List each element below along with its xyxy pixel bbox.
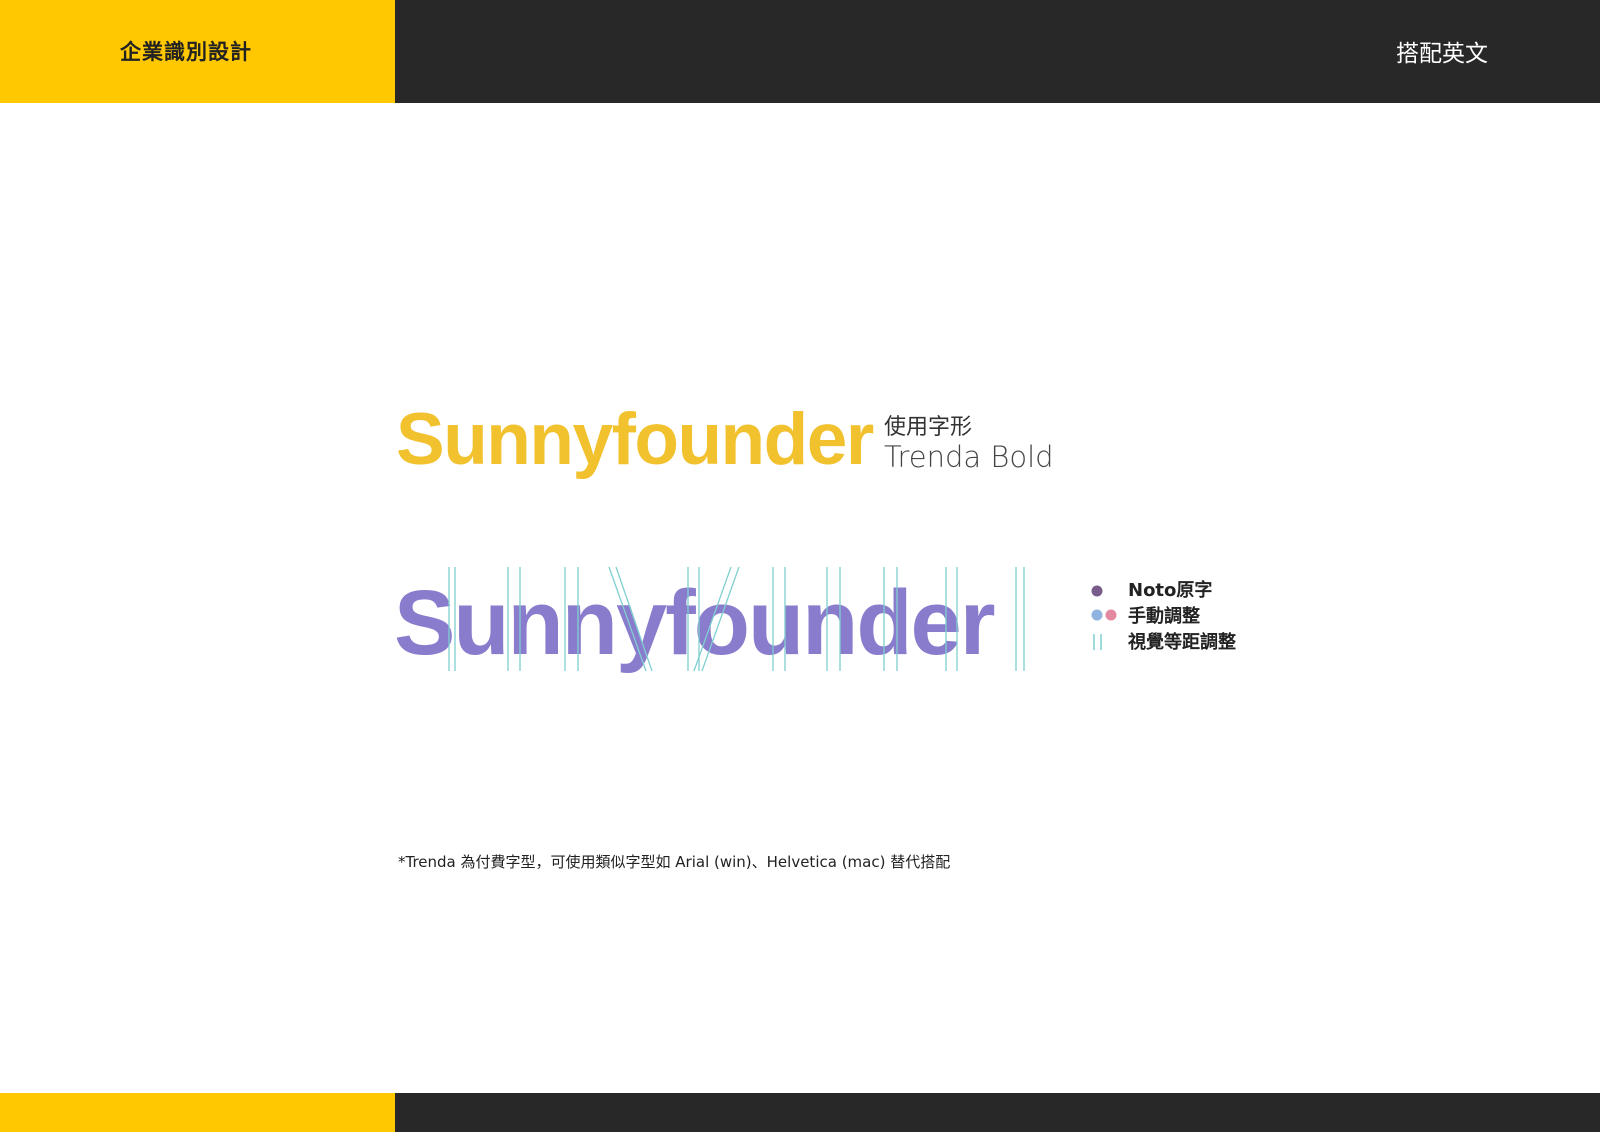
double-line-icon [1093,634,1102,650]
spacing-guides-icon [448,566,1025,672]
legend-label: 視覺等距調整 [1128,632,1236,653]
font-info-name: Trenda Bold [884,439,1054,474]
footnote: *Trenda 為付費字型，可使用類似字型如 Arial (win)、Helve… [398,853,951,871]
dot-purple-icon [1091,585,1103,597]
header-bar: 企業識別設計 搭配英文 [0,0,1600,103]
legend-label: Noto原字 [1128,580,1213,601]
guide-line-diagonal [608,566,647,672]
font-info: 使用字形 Trenda Bold [884,414,1054,473]
dots-blue-pink-icon [1091,609,1117,621]
font-info-label: 使用字形 [884,415,973,440]
footer-dark-block [395,1093,1600,1132]
legend-label: 手動調整 [1128,606,1200,627]
wordmark-primary: Sunnyfounder [396,399,874,480]
wordmark-spacing-study: Sunnyfounder [394,565,1074,680]
page-heading: 搭配英文 [1396,41,1488,67]
guide-line-diagonal [701,566,740,672]
guide-line-diagonal [615,566,653,672]
footer-accent-block [0,1093,395,1132]
section-title: 企業識別設計 [120,40,252,64]
